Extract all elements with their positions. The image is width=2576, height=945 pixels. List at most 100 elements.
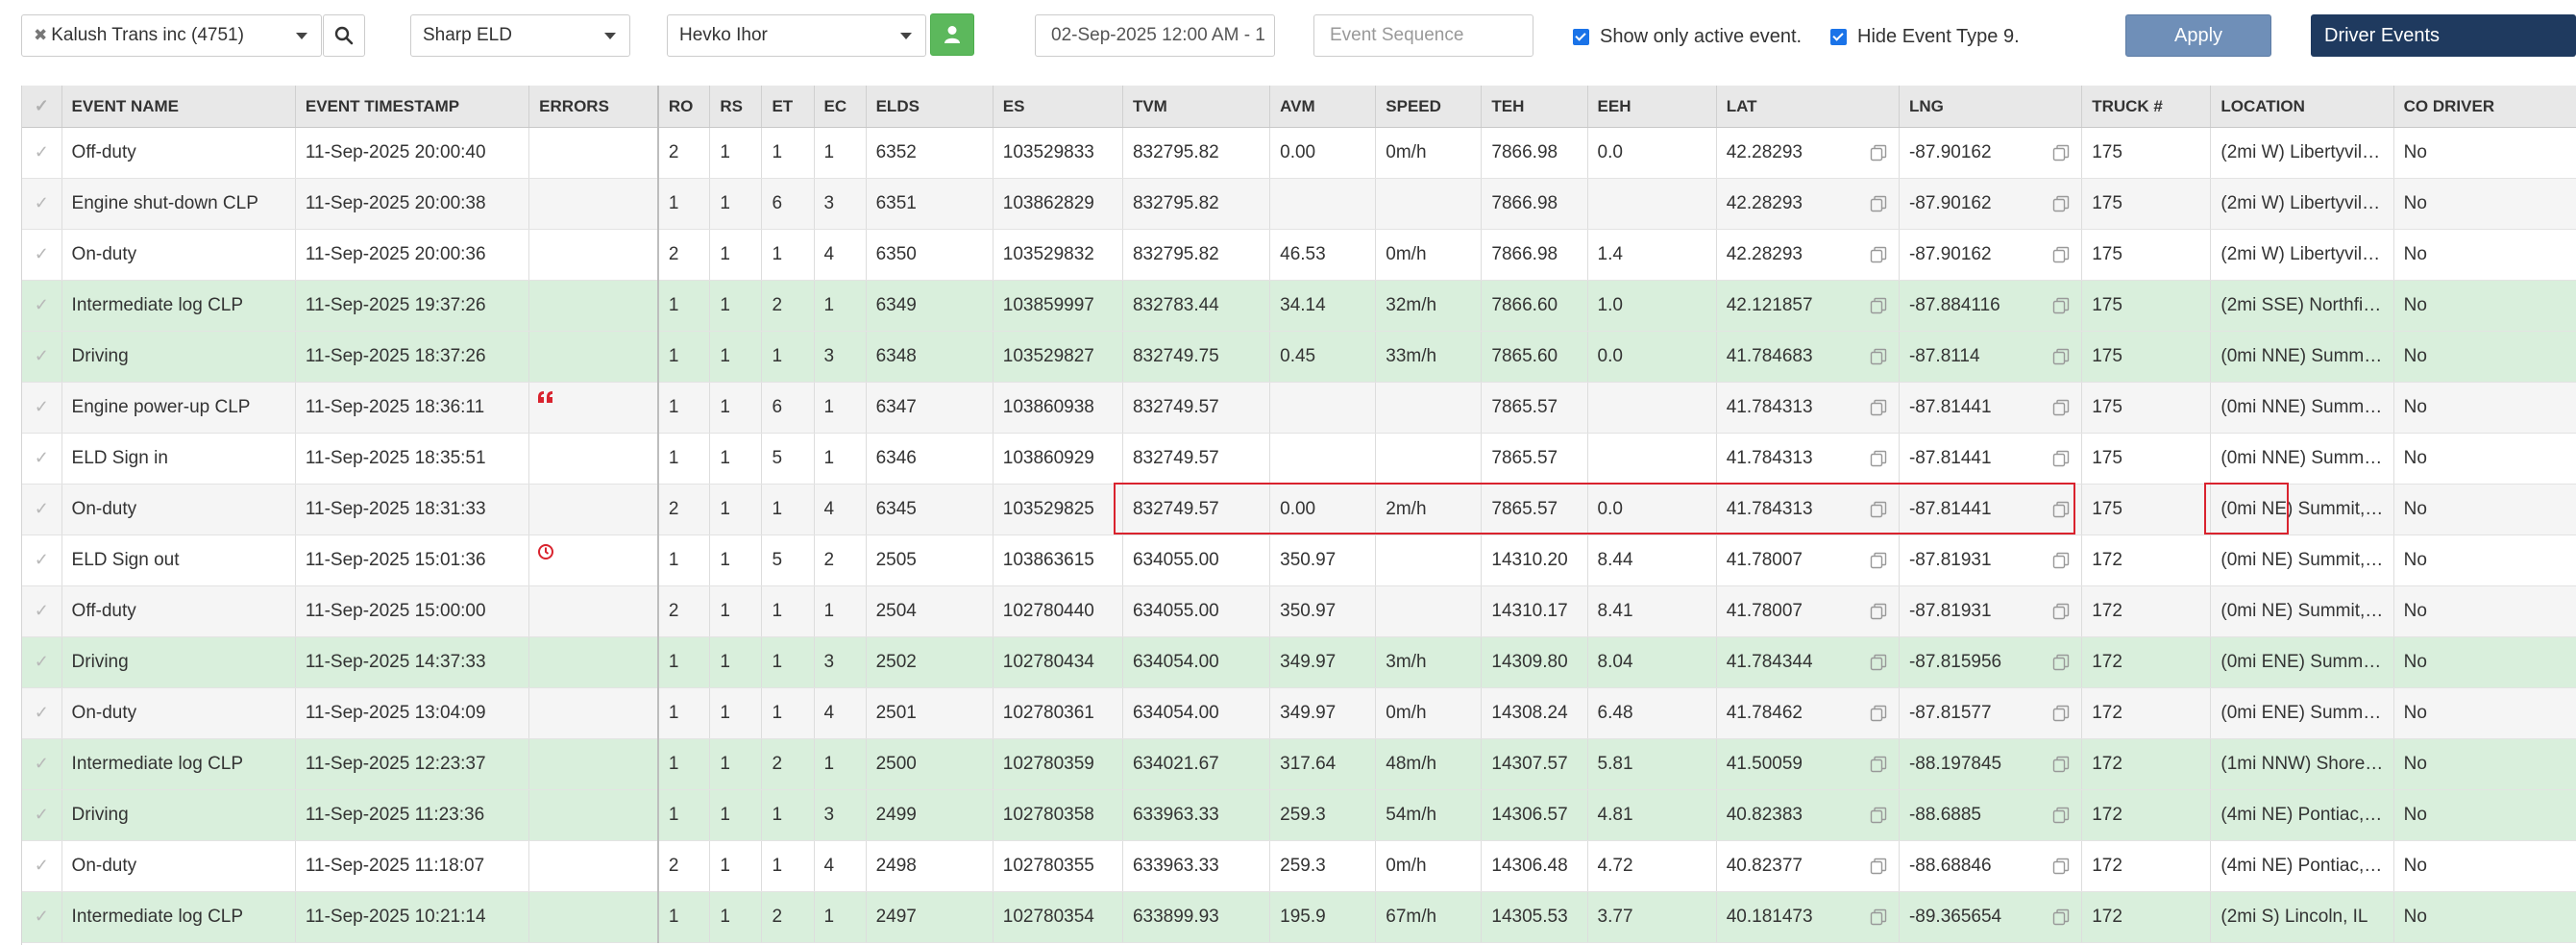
table-row[interactable]: ✓ On-duty 11-Sep-2025 11:18:07 2 1 1 4 2498 1027…	[22, 840, 2576, 892]
copy-icon[interactable]	[2052, 603, 2070, 620]
table-row[interactable]: ✓ ELD Sign out 11-Sep-2025 15:01:36 1 1 5 2 250…	[22, 535, 2576, 586]
col-errors[interactable]: ERRORS	[528, 86, 659, 128]
row-checkbox[interactable]: ✓	[22, 840, 62, 892]
col-event-name[interactable]: EVENT NAME	[61, 86, 296, 128]
apply-button[interactable]: Apply	[2125, 14, 2271, 57]
col-ro[interactable]: RO	[657, 86, 711, 128]
row-checkbox[interactable]: ✓	[22, 433, 62, 485]
eld-select[interactable]: Sharp ELD	[410, 14, 630, 57]
col-truck[interactable]: TRUCK #	[2081, 86, 2212, 128]
copy-icon[interactable]	[2052, 807, 2070, 824]
col-co-driver[interactable]: CO DRIVER	[2393, 86, 2576, 128]
col-es[interactable]: ES	[993, 86, 1123, 128]
table-row[interactable]: ✓ Engine shut-down CLP 11-Sep-2025 20:00:3…	[22, 178, 2576, 230]
copy-icon[interactable]	[1870, 756, 1887, 773]
table-row[interactable]: ✓ On-duty 11-Sep-2025 18:31:33 2 1 1 4 6345 1035…	[22, 484, 2576, 535]
col-lat[interactable]: LAT	[1716, 86, 1900, 128]
row-checkbox[interactable]: ✓	[22, 229, 62, 281]
copy-icon[interactable]	[1870, 603, 1887, 620]
copy-icon[interactable]	[2052, 297, 2070, 314]
col-lng[interactable]: LNG	[1899, 86, 2083, 128]
copy-icon[interactable]	[2052, 348, 2070, 365]
row-checkbox[interactable]: ✓	[22, 382, 62, 434]
copy-icon[interactable]	[2052, 705, 2070, 722]
select-all-checkbox[interactable]: ✓	[22, 86, 62, 128]
row-checkbox[interactable]: ✓	[22, 636, 62, 688]
row-checkbox[interactable]: ✓	[22, 280, 62, 332]
col-eeh[interactable]: EEH	[1587, 86, 1717, 128]
search-button[interactable]	[323, 14, 365, 57]
col-tvm[interactable]: TVM	[1122, 86, 1271, 128]
copy-icon[interactable]	[2052, 756, 2070, 773]
col-et[interactable]: ET	[761, 86, 815, 128]
copy-icon[interactable]	[1870, 195, 1887, 212]
row-checkbox[interactable]: ✓	[22, 585, 62, 637]
copy-icon[interactable]	[2052, 399, 2070, 416]
copy-icon[interactable]	[1870, 908, 1887, 926]
event-sequence-input[interactable]: Event Sequence	[1313, 14, 1533, 57]
copy-icon[interactable]	[2052, 654, 2070, 671]
col-location[interactable]: LOCATION	[2210, 86, 2394, 128]
table-row[interactable]: ✓ Off-duty 11-Sep-2025 20:00:40 2 1 1 1 6352 103…	[22, 127, 2576, 179]
hide-type9-toggle[interactable]: Hide Event Type 9.	[1830, 26, 2020, 48]
copy-icon[interactable]	[1870, 858, 1887, 875]
table-row[interactable]: ✓ Intermediate log CLP 11-Sep-2025 12:23:3…	[22, 738, 2576, 790]
show-active-checkbox[interactable]	[1573, 29, 1589, 45]
copy-icon[interactable]	[2052, 908, 2070, 926]
table-row[interactable]: ✓ Driving 11-Sep-2025 14:37:33 1 1 1 3 2502 1027…	[22, 636, 2576, 688]
row-checkbox[interactable]: ✓	[22, 178, 62, 230]
table-row[interactable]: ✓ ELD Sign in 11-Sep-2025 18:35:51 1 1 5 1 6346…	[22, 433, 2576, 485]
driver-select[interactable]: Hevko Ihor	[667, 14, 926, 57]
hide-type9-checkbox[interactable]	[1830, 29, 1847, 45]
show-active-toggle[interactable]: Show only active event.	[1573, 26, 1802, 48]
col-avm[interactable]: AVM	[1269, 86, 1377, 128]
copy-icon[interactable]	[2052, 501, 2070, 518]
row-checkbox[interactable]: ✓	[22, 738, 62, 790]
table-row[interactable]: ✓ Engine power-up CLP 11-Sep-2025 18:36:11…	[22, 382, 2576, 434]
clear-icon[interactable]: ✖	[34, 26, 47, 44]
table-row[interactable]: ✓ Driving 11-Sep-2025 18:37:26 1 1 1 3 6348 1035…	[22, 331, 2576, 383]
error-quote-icon[interactable]	[537, 390, 554, 404]
copy-icon[interactable]	[1870, 399, 1887, 416]
table-row[interactable]: ✓ Intermediate log CLP 11-Sep-2025 19:37:2…	[22, 280, 2576, 332]
copy-icon[interactable]	[2052, 858, 2070, 875]
table-row[interactable]: ✓ On-duty 11-Sep-2025 20:00:36 2 1 1 4 6350 1035…	[22, 229, 2576, 281]
col-speed[interactable]: SPEED	[1375, 86, 1483, 128]
copy-icon[interactable]	[1870, 450, 1887, 467]
company-select[interactable]: ✖ Kalush Trans inc (4751)	[21, 14, 322, 57]
table-row[interactable]: ✓ Off-duty 11-Sep-2025 15:00:00 2 1 1 1 2504 102…	[22, 585, 2576, 637]
row-checkbox[interactable]: ✓	[22, 331, 62, 383]
table-row[interactable]: ✓ Intermediate log CLP 11-Sep-2025 10:21:1…	[22, 891, 2576, 943]
copy-icon[interactable]	[2052, 552, 2070, 569]
copy-icon[interactable]	[2052, 195, 2070, 212]
col-rs[interactable]: RS	[709, 86, 763, 128]
date-range-input[interactable]: 02-Sep-2025 12:00 AM - 1	[1035, 14, 1275, 57]
copy-icon[interactable]	[1870, 705, 1887, 722]
copy-icon[interactable]	[1870, 552, 1887, 569]
row-checkbox[interactable]: ✓	[22, 891, 62, 943]
row-checkbox[interactable]: ✓	[22, 535, 62, 586]
table-row[interactable]: ✓ Driving 11-Sep-2025 11:23:36 1 1 1 3 2499 1027…	[22, 789, 2576, 841]
copy-icon[interactable]	[1870, 246, 1887, 263]
col-teh[interactable]: TEH	[1481, 86, 1588, 128]
row-checkbox[interactable]: ✓	[22, 687, 62, 739]
copy-icon[interactable]	[1870, 501, 1887, 518]
col-ec[interactable]: EC	[814, 86, 867, 128]
copy-icon[interactable]	[1870, 348, 1887, 365]
table-row[interactable]: ✓ On-duty 11-Sep-2025 13:04:09 1 1 1 4 2501 1027…	[22, 687, 2576, 739]
copy-icon[interactable]	[2052, 450, 2070, 467]
copy-icon[interactable]	[1870, 297, 1887, 314]
col-event-timestamp[interactable]: EVENT TIMESTAMP	[295, 86, 530, 128]
copy-icon[interactable]	[1870, 144, 1887, 162]
row-checkbox[interactable]: ✓	[22, 484, 62, 535]
col-elds[interactable]: ELDS	[866, 86, 994, 128]
view-select[interactable]: Driver Events	[2311, 14, 2576, 57]
row-checkbox[interactable]: ✓	[22, 127, 62, 179]
error-clock-icon[interactable]	[537, 543, 554, 560]
copy-icon[interactable]	[2052, 246, 2070, 263]
driver-profile-button[interactable]	[930, 13, 974, 56]
copy-icon[interactable]	[2052, 144, 2070, 162]
copy-icon[interactable]	[1870, 654, 1887, 671]
row-checkbox[interactable]: ✓	[22, 789, 62, 841]
copy-icon[interactable]	[1870, 807, 1887, 824]
